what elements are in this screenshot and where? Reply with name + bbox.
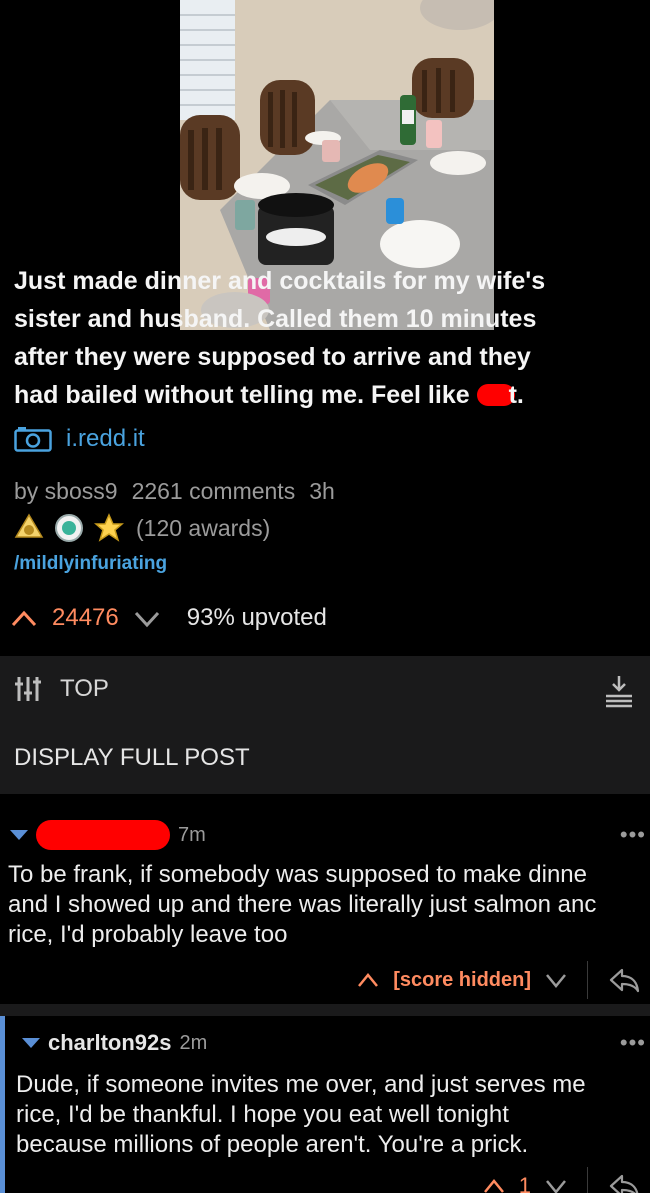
subreddit-link[interactable]: /mildlyinfuriating: [14, 553, 167, 575]
comment: 7m ••• To be frank, if somebody was supp…: [0, 808, 650, 1004]
comment-line: To be frank, if somebody was supposed to…: [8, 861, 587, 888]
comment-body: Dude, if someone invites me over, and ju…: [16, 1070, 650, 1160]
upvote-arrow-icon[interactable]: [357, 972, 379, 988]
thread-indicator: [0, 1016, 5, 1193]
post-meta: by sboss9 2261 comments 3h: [14, 478, 335, 505]
comment-line: rice, I'd probably leave too: [8, 921, 288, 948]
comment: charlton92s 2m ••• Dude, if someone invi…: [0, 1016, 650, 1193]
more-options-icon[interactable]: •••: [620, 822, 646, 848]
display-full-post-button[interactable]: DISPLAY FULL POST: [14, 744, 250, 772]
collapse-triangle-icon[interactable]: [22, 1038, 40, 1048]
reply-icon[interactable]: [608, 967, 640, 993]
comment-line: Dude, if someone invites me over, and ju…: [16, 1071, 586, 1098]
comment-actions: 1: [483, 1166, 640, 1193]
star-award-icon: [94, 513, 124, 542]
sort-selector[interactable]: TOP: [14, 674, 109, 704]
link-domain-row[interactable]: i.redd.it: [14, 422, 145, 456]
comment-score: [score hidden]: [393, 968, 531, 991]
post-age: 3h: [309, 478, 335, 504]
collapse-triangle-icon[interactable]: [10, 830, 28, 840]
link-domain[interactable]: i.redd.it: [66, 425, 145, 453]
awards-count: (120 awards): [136, 514, 271, 541]
title-line: sister and husband. Called them 10 minut…: [14, 305, 537, 333]
comment-line: rice, I'd be thankful. I hope you eat we…: [16, 1101, 509, 1128]
post-author[interactable]: by sboss9: [14, 478, 118, 505]
upvote-arrow-icon[interactable]: [483, 1178, 505, 1193]
reply-icon[interactable]: [608, 1173, 640, 1193]
comment-author[interactable]: charlton92s: [48, 1030, 172, 1056]
comment-count[interactable]: 2261 comments: [132, 478, 296, 505]
comment-body: To be frank, if somebody was supposed to…: [8, 860, 650, 950]
title-line: Just made dinner and cocktails for my wi…: [14, 267, 546, 295]
downvote-arrow-icon[interactable]: [133, 608, 161, 628]
post-score: 24476: [52, 604, 119, 631]
more-options-icon[interactable]: •••: [620, 1030, 646, 1056]
comment-time: 7m: [178, 823, 206, 846]
awards-row[interactable]: (120 awards): [14, 511, 270, 545]
comment-line: and I showed up and there was literally …: [8, 891, 597, 918]
silver-award-icon: [55, 514, 83, 542]
upvote-arrow-icon[interactable]: [10, 608, 38, 628]
downvote-arrow-icon[interactable]: [545, 972, 567, 988]
camera-icon: [14, 427, 52, 452]
sort-filter-icon: [15, 677, 41, 701]
title-line: after they were supposed to arrive and t…: [14, 343, 531, 371]
title-end: t.: [508, 381, 524, 409]
action-divider: [587, 961, 588, 999]
post-title[interactable]: Just made dinner and cocktails for my wi…: [14, 262, 636, 414]
comment-score: 1: [518, 1173, 531, 1193]
downvote-arrow-icon[interactable]: [545, 1178, 567, 1193]
comment-header[interactable]: charlton92s 2m: [22, 1030, 207, 1056]
collapse-comments-icon[interactable]: [604, 674, 634, 708]
comment-separator: [0, 1004, 650, 1016]
vote-row: 24476 93% upvoted: [10, 600, 327, 636]
sort-label: TOP: [60, 675, 109, 702]
redacted-username: [36, 820, 170, 850]
title-line-text: had bailed without telling me. Feel like: [14, 381, 470, 409]
upvote-ratio: 93% upvoted: [186, 604, 327, 631]
action-divider: [587, 1167, 588, 1193]
comment-line: because millions of people aren't. You'r…: [16, 1131, 529, 1158]
gold-award-icon: [14, 513, 44, 538]
comment-header[interactable]: 7m: [10, 820, 206, 850]
title-line: had bailed without telling me. Feel like…: [14, 376, 636, 414]
comment-time: 2m: [179, 1031, 208, 1054]
comment-actions: [score hidden]: [357, 960, 640, 1000]
comment-sort-bar: TOP DISPLAY FULL POST: [0, 656, 650, 794]
